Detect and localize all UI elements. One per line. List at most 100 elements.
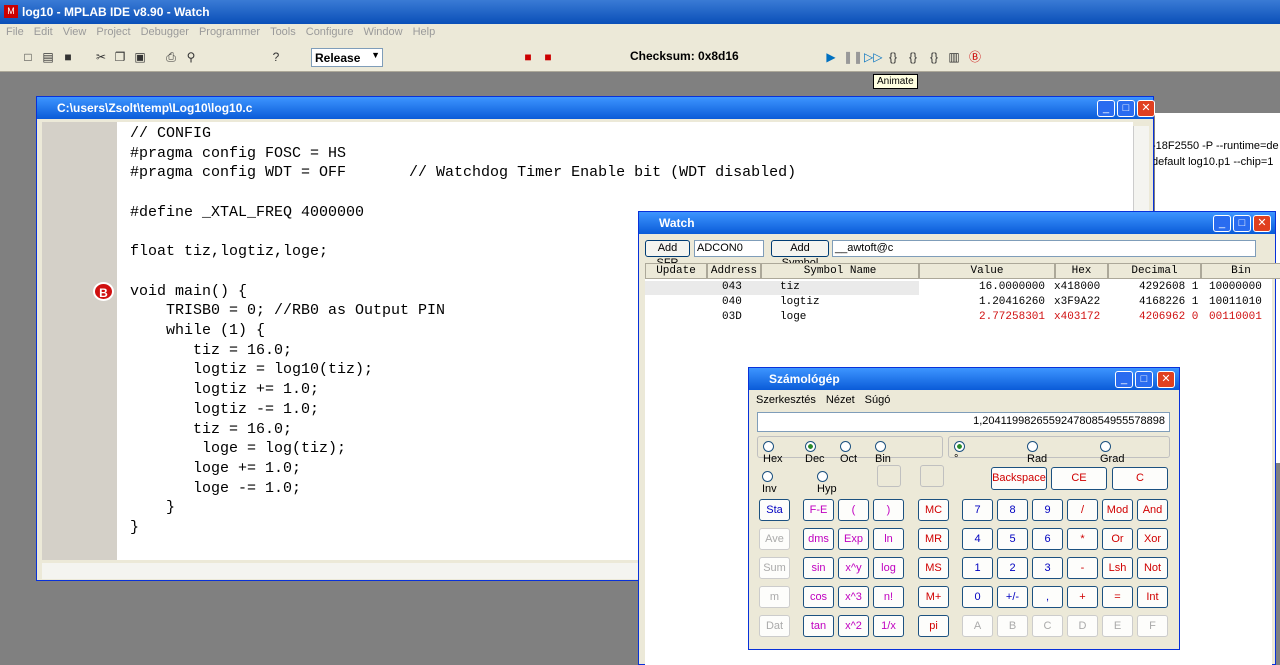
watch-address[interactable]: 040 [722,296,742,308]
watch-value[interactable]: 1.20416260 [979,296,1045,308]
symbol-select[interactable]: __awtoft@c [832,240,1256,257]
calc-key-Lsh[interactable]: Lsh [1102,557,1133,579]
run-icon[interactable]: ▶ [823,49,839,65]
angle-radio-0[interactable]: ° [954,441,968,465]
calc-key-Not[interactable]: Not [1137,557,1168,579]
calc-key-Exp[interactable]: Exp [838,528,869,550]
calc-key-xxy[interactable]: x^y [838,557,869,579]
mplab-icon[interactable]: M [4,5,18,18]
column-header-symbol-name[interactable]: Symbol Name [761,263,919,279]
add-symbol-button[interactable]: Add Symbol [771,240,829,269]
calc-key-x[interactable]: ( [838,499,869,521]
watch-hex[interactable]: x418000 [1054,281,1100,293]
watch-value[interactable]: 2.77258301 [979,311,1045,323]
calc-key-C[interactable]: C [1032,615,1063,637]
calc-key-3[interactable]: 3 [1032,557,1063,579]
menu-help[interactable]: Help [413,26,436,38]
calc-key-Mod[interactable]: Mod [1102,499,1133,521]
calc-key-E[interactable]: E [1102,615,1133,637]
watch-value[interactable]: 16.0000000 [979,281,1045,293]
menu-view[interactable]: View [63,26,87,38]
calc-key-0[interactable]: 0 [962,586,993,608]
calc-key-5[interactable]: 5 [997,528,1028,550]
calc-key-Sta[interactable]: Sta [759,499,790,521]
column-header-decimal[interactable]: Decimal [1108,263,1201,279]
watch-symbol[interactable]: tiz [780,281,800,293]
calc-key-FxE[interactable]: F-E [803,499,834,521]
programmer-red-icon[interactable]: ■ [540,49,556,65]
watch-bin[interactable]: 10011010 [1209,296,1262,308]
build-config-select[interactable]: Release ▼ [311,48,383,67]
close-button[interactable]: ✕ [1137,100,1155,117]
maximize-button[interactable]: □ [1117,100,1135,117]
maximize-button[interactable]: □ [1233,215,1251,232]
watch-symbol[interactable]: logtiz [780,296,820,308]
backspace-button[interactable]: Backspace [991,467,1047,490]
base-radio-dec[interactable]: Dec [805,441,825,465]
close-button[interactable]: ✕ [1157,371,1175,388]
sfr-select[interactable]: ADCON0 [694,240,764,257]
column-header-value[interactable]: Value [919,263,1055,279]
help-icon[interactable]: ? [268,49,284,65]
calc-key-MC[interactable]: MC [918,499,949,521]
calc-key-x[interactable]: , [1032,586,1063,608]
calc-key-pi[interactable]: pi [918,615,949,637]
maximize-button[interactable]: □ [1135,371,1153,388]
calc-key-x[interactable]: ) [873,499,904,521]
add-sfr-button[interactable]: Add SFR [645,240,690,269]
c-button[interactable]: C [1112,467,1168,490]
base-radio-bin[interactable]: Bin [875,441,891,465]
calc-key-D[interactable]: D [1067,615,1098,637]
calc-key-xx3[interactable]: x^3 [838,586,869,608]
step-over-icon[interactable]: {} [905,49,921,65]
menu-tools[interactable]: Tools [270,26,296,38]
calc-key-xxx[interactable]: +/- [997,586,1028,608]
close-button[interactable]: ✕ [1253,215,1271,232]
calc-key-A[interactable]: A [962,615,993,637]
base-radio-oct[interactable]: Oct [840,441,857,465]
print-icon[interactable]: ⎙ [163,49,179,65]
editor-gutter[interactable] [42,122,117,560]
angle-radio-1[interactable]: Rad [1027,441,1047,465]
calc-key-Or[interactable]: Or [1102,528,1133,550]
halt-icon[interactable]: ❚❚ [843,49,863,65]
breakpoint-icon[interactable]: Ⓑ [967,49,983,65]
menu-configure[interactable]: Configure [306,26,354,38]
calc-key-log[interactable]: log [873,557,904,579]
watch-hex[interactable]: x403172 [1054,311,1100,323]
calc-key-dms[interactable]: dms [803,528,834,550]
calc-key-Ave[interactable]: Ave [759,528,790,550]
calc-key-And[interactable]: And [1137,499,1168,521]
reset-icon[interactable]: ▥ [946,49,962,65]
menu-project[interactable]: Project [96,26,130,38]
menu-programmer[interactable]: Programmer [199,26,260,38]
calc-key-1xx[interactable]: 1/x [873,615,904,637]
calc-key-9[interactable]: 9 [1032,499,1063,521]
calc-key-x[interactable]: * [1067,528,1098,550]
hyp-checkbox[interactable]: Hyp [817,471,837,495]
calc-key-MS[interactable]: MS [918,557,949,579]
calc-key-x[interactable]: + [1067,586,1098,608]
calc-key-xx2[interactable]: x^2 [838,615,869,637]
calc-key-tan[interactable]: tan [803,615,834,637]
watch-hex[interactable]: x3F9A22 [1054,296,1100,308]
calc-menu-item[interactable]: Nézet [826,394,855,406]
open-folder-icon[interactable]: ▤ [40,49,56,65]
step-into-icon[interactable]: {} [885,49,901,65]
breakpoint-marker[interactable]: B [93,282,114,301]
animate-icon[interactable]: ▷▷ [864,49,882,65]
menu-window[interactable]: Window [363,26,402,38]
calc-key-7[interactable]: 7 [962,499,993,521]
cut-icon[interactable]: ✂ [93,49,109,65]
watch-decimal[interactable]: 4292608 1 [1139,281,1198,293]
calc-key-x[interactable]: - [1067,557,1098,579]
watch-decimal[interactable]: 4168226 1 [1139,296,1198,308]
calc-key-ln[interactable]: ln [873,528,904,550]
calc-key-Xor[interactable]: Xor [1137,528,1168,550]
paste-icon[interactable]: ▣ [132,49,148,65]
watch-bin[interactable]: 00110001 [1209,311,1262,323]
calc-key-Int[interactable]: Int [1137,586,1168,608]
calc-key-F[interactable]: F [1137,615,1168,637]
base-radio-hex[interactable]: Hex [763,441,783,465]
copy-icon[interactable]: ❐ [112,49,128,65]
